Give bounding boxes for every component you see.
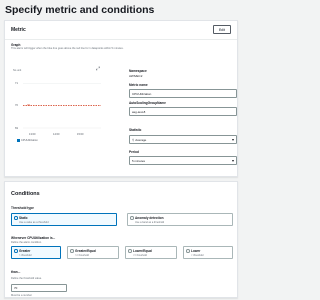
than-hint: Define the threshold value. — [11, 277, 42, 280]
x-tick-label: 15:00 — [77, 133, 84, 136]
radio-button[interactable] — [14, 249, 18, 253]
metric-name-input[interactable]: CPUUtilization — [129, 89, 237, 98]
tile-description: > threshold — [19, 253, 32, 257]
expand-icon[interactable]: ⤢ — [96, 67, 100, 72]
x-tick-label: 13:00 — [29, 133, 36, 136]
period-select[interactable]: 5 minutes ▾ — [129, 156, 237, 165]
threshold-type-static[interactable]: Static Use a value as a threshold — [11, 213, 117, 226]
chevron-down-icon: ▾ — [231, 158, 234, 163]
tile-description: Use a band as a threshold — [135, 220, 165, 224]
threshold-type-anomaly[interactable]: Anomaly detection Use a band as a thresh… — [127, 213, 233, 226]
graph-legend: CPUUtilization — [17, 139, 38, 142]
y-tick-label: 70 — [15, 104, 18, 107]
tile-description: < threshold — [191, 253, 204, 257]
radio-button[interactable] — [14, 216, 18, 220]
conditions-card: Conditions Threshold type Static Use a v… — [4, 181, 238, 298]
legend-label: CPUUtilization — [21, 139, 38, 142]
radio-button[interactable] — [70, 249, 74, 253]
threshold-value-input[interactable]: 70 — [11, 284, 67, 292]
y-tick-label: 71 — [15, 82, 18, 85]
x-tick-label: 14:00 — [53, 133, 60, 136]
statistic-value: Average — [135, 137, 147, 142]
graph-panel: No unit ⤢ 71 70 69 70 13:00 14:00 15:00 … — [11, 65, 103, 142]
operator-lower-equal[interactable]: Lower/Equal <= threshold — [125, 246, 177, 259]
tile-description: <= threshold — [133, 253, 147, 257]
period-label: Period — [129, 150, 139, 154]
conditions-title: Conditions — [11, 191, 40, 197]
period-value: 5 minutes — [132, 158, 146, 163]
metric-card: Metric Edit Graph This alarm will trigge… — [4, 20, 238, 177]
namespace-label: Namespace — [129, 69, 147, 73]
edit-button[interactable]: Edit — [213, 25, 231, 34]
metric-name-label: Metric name — [129, 83, 148, 87]
graph-unit-label: No unit — [13, 69, 22, 72]
tile-title: Anomaly detection — [135, 215, 164, 220]
tile-title: Greater — [19, 248, 31, 253]
tile-title: Static — [19, 215, 28, 220]
graph-plot — [23, 83, 101, 129]
metric-card-header: Metric Edit — [5, 21, 237, 40]
metric-name-value: CPUUtilization — [132, 91, 152, 96]
metric-card-title: Metric — [11, 27, 26, 33]
radio-button[interactable] — [186, 249, 190, 253]
asg-label: AutoScalingGroupName — [129, 101, 166, 105]
whenever-hint: Define the alarm condition. — [11, 241, 42, 244]
operator-greater[interactable]: Greater > threshold — [11, 246, 61, 259]
tile-title: Lower — [191, 248, 201, 253]
tile-description: Use a value as a threshold — [19, 220, 49, 224]
must-be-number-hint: Must be a number — [11, 294, 32, 297]
page-title: Specify metric and conditions — [5, 4, 155, 16]
operator-greater-equal[interactable]: Greater/Equal >= threshold — [67, 246, 119, 259]
threshold-value: 70 — [14, 286, 18, 290]
statistic-select[interactable]: ⚲ Average ▾ — [129, 135, 237, 144]
graph-description: This alarm will trigger when the blue li… — [11, 47, 124, 50]
y-tick-label: 69 — [15, 127, 18, 130]
search-icon: ⚲ — [132, 137, 135, 142]
statistic-label: Statistic — [129, 128, 142, 132]
tile-title: Greater/Equal — [75, 248, 96, 253]
radio-button[interactable] — [128, 249, 132, 253]
asg-input[interactable]: asg-test-8 — [129, 107, 237, 116]
whenever-label: Whenever CPUUtilization is... — [11, 236, 56, 240]
threshold-label: 70 — [27, 103, 30, 107]
threshold-type-label: Threshold type — [11, 206, 34, 210]
operator-lower[interactable]: Lower < threshold — [183, 246, 233, 259]
legend-swatch — [17, 139, 20, 142]
than-label: than... — [11, 270, 21, 274]
tile-description: >= threshold — [75, 253, 89, 257]
chevron-down-icon: ▾ — [231, 137, 234, 142]
asg-value: asg-test-8 — [132, 109, 146, 114]
radio-button[interactable] — [130, 216, 134, 220]
tile-title: Lower/Equal — [133, 248, 152, 253]
namespace-value: AWS/EC2 — [129, 74, 143, 78]
